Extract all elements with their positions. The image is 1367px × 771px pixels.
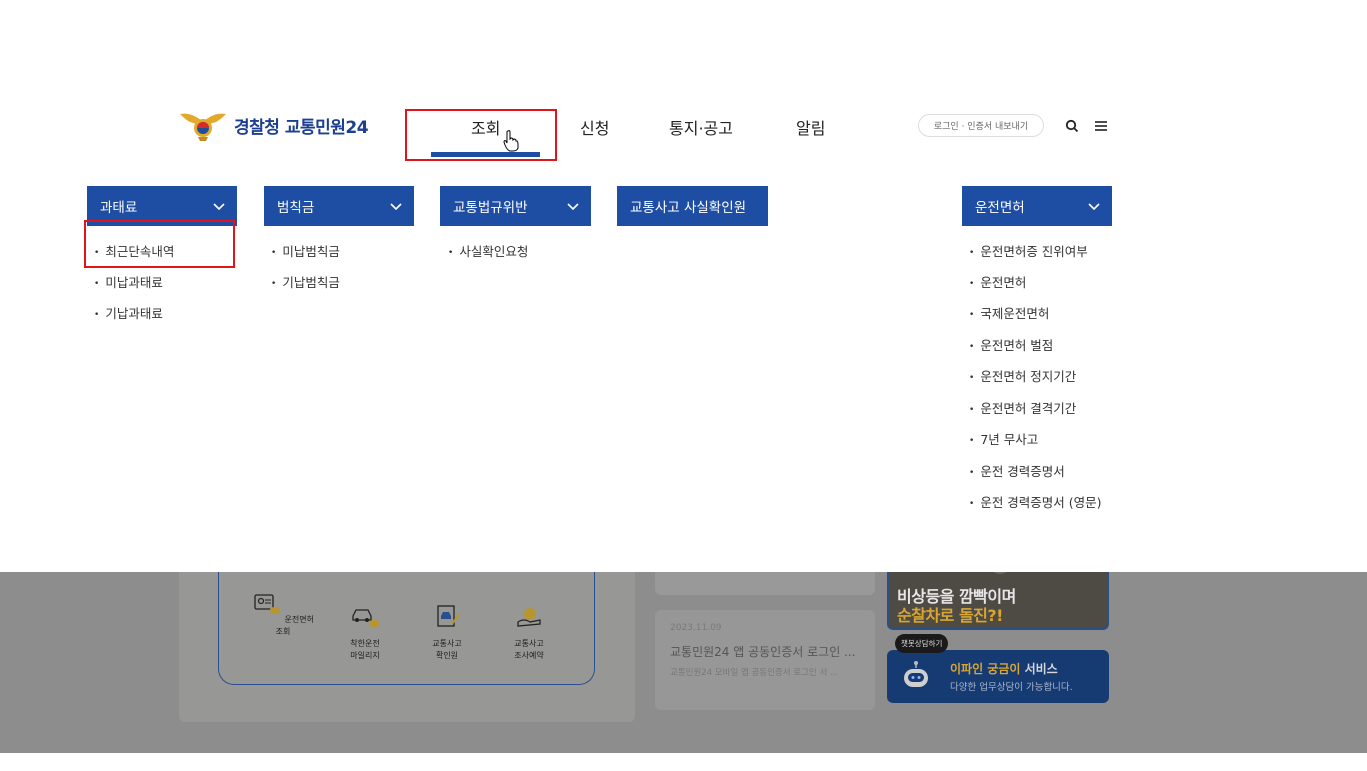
- service-label: 교통사고 조사예약: [514, 639, 544, 660]
- accident-doc-icon: [437, 605, 460, 627]
- reservation-icon: [517, 608, 541, 627]
- menu-category-accident[interactable]: 교통사고 사실확인원: [617, 186, 768, 226]
- submenu-item[interactable]: 국제운전면허: [969, 303, 1049, 322]
- license-icon: [254, 594, 280, 614]
- menu-category-license[interactable]: 운전면허: [962, 186, 1112, 226]
- menu-category-violation[interactable]: 교통법규위반: [440, 186, 591, 226]
- chatbot-subtitle: 다양한 업무상담이 가능합니다.: [950, 682, 1073, 693]
- menu-category-label: 교통법규위반: [453, 200, 528, 216]
- site-logo[interactable]: 경찰청 교통민원24: [178, 108, 369, 142]
- search-icon[interactable]: [1064, 118, 1080, 134]
- hand-cursor-icon: [503, 130, 519, 152]
- submenu-item[interactable]: 미납범칙금: [271, 241, 340, 260]
- chatbot-service-card[interactable]: 이파인 궁금이 서비스 다양한 업무상담이 가능합니다.: [887, 650, 1109, 703]
- dimmed-page-background: 운전면허조회 착한운전 마일리지 교통사고 확인원 교통사고 조사예약 2023…: [0, 572, 1367, 753]
- service-label: 운전면허조회: [275, 615, 314, 636]
- logo-text: 경찰청 교통민원24: [234, 117, 369, 138]
- highlight-box-submenu: [84, 220, 235, 268]
- banner-line-2: 순찰차로 돌진?!: [897, 606, 1003, 625]
- police-emblem-icon: [180, 113, 226, 141]
- service-mileage[interactable]: 착한운전 마일리지: [333, 592, 397, 662]
- chatbot-bubble[interactable]: 챗봇상담하기: [895, 634, 949, 653]
- news-date: 2023.11.09: [670, 623, 722, 633]
- submenu-item[interactable]: 운전면허 벌점: [969, 335, 1053, 354]
- service-accident-reservation[interactable]: 교통사고 조사예약: [497, 592, 561, 662]
- submenu-item[interactable]: 기납과태료: [94, 303, 163, 322]
- chatbot-title-highlight: 이파인 궁금이: [950, 662, 1021, 676]
- login-button[interactable]: 로그인 · 인증서 내보내기: [918, 114, 1044, 137]
- news-card[interactable]: 2023.11.09 교통민원24 앱 공동인증서 로그인 ... 교통민원24…: [655, 610, 875, 710]
- play-icon: [993, 572, 1007, 574]
- submenu-item[interactable]: 미납과태료: [94, 272, 163, 291]
- news-card-top: [655, 572, 875, 595]
- chevron-down-icon: [213, 203, 225, 211]
- menu-category-label: 교통사고 사실확인원: [630, 200, 747, 216]
- submenu-item[interactable]: 운전면허: [969, 272, 1026, 291]
- car-coin-icon: [352, 609, 379, 627]
- submenu-item[interactable]: 7년 무사고: [969, 429, 1038, 448]
- submenu-item[interactable]: 운전 경력증명서: [969, 461, 1064, 480]
- menu-icon[interactable]: [1093, 118, 1109, 134]
- chatbot-title: 이파인 궁금이 서비스: [950, 660, 1058, 677]
- service-label: 착한운전 마일리지: [350, 639, 380, 660]
- nav-application[interactable]: 신청: [580, 115, 609, 139]
- news-description: 교통민원24 모바일 앱 공동인증서 로그인 서 ...: [670, 668, 839, 678]
- chevron-down-icon: [390, 203, 402, 211]
- menu-category-label: 범칙금: [277, 200, 315, 216]
- nav-alerts[interactable]: 알림: [796, 115, 825, 139]
- nav-notice[interactable]: 통지·공고: [669, 115, 733, 139]
- service-license-inquiry[interactable]: 운전면허조회: [251, 592, 315, 638]
- menu-category-penalty[interactable]: 범칙금: [264, 186, 414, 226]
- submenu-item[interactable]: 운전면허 결격기간: [969, 398, 1076, 417]
- service-label: 교통사고 확인원: [432, 639, 462, 660]
- submenu-item[interactable]: 사실확인요청: [448, 241, 528, 260]
- service-accident-confirm[interactable]: 교통사고 확인원: [415, 592, 479, 662]
- submenu-item[interactable]: 운전 경력증명서 (영문): [969, 492, 1101, 511]
- video-banner[interactable]: 비상등을 깜빡이며 순찰차로 돌진?!: [887, 572, 1109, 630]
- submenu-item[interactable]: 운전면허 정지기간: [969, 366, 1076, 385]
- submenu-item[interactable]: 기납범칙금: [271, 272, 340, 291]
- menu-category-label: 운전면허: [975, 200, 1025, 216]
- chevron-down-icon: [1088, 203, 1100, 211]
- chatbot-title-rest: 서비스: [1020, 662, 1058, 676]
- highlight-box-nav: [405, 109, 557, 161]
- news-title: 교통민원24 앱 공동인증서 로그인 ...: [670, 645, 856, 659]
- menu-category-label: 과태료: [100, 200, 138, 216]
- chevron-down-icon: [567, 203, 579, 211]
- submenu-item[interactable]: 운전면허증 진위여부: [969, 241, 1087, 260]
- robot-icon: [904, 661, 928, 687]
